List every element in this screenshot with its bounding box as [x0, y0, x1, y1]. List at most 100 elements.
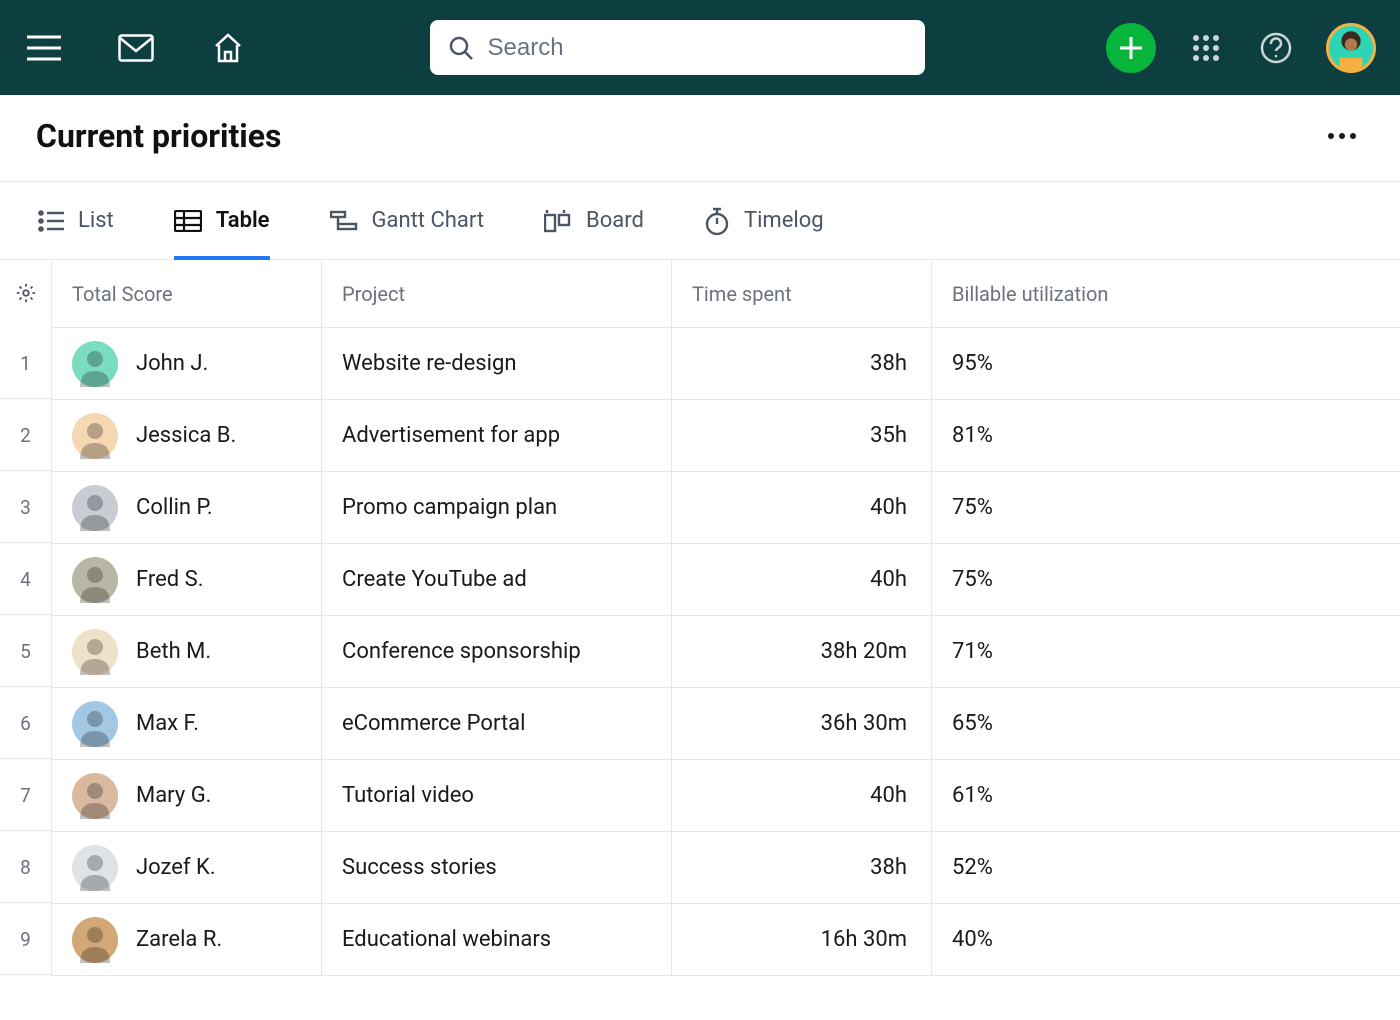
help-icon [1260, 32, 1292, 64]
avatar[interactable] [72, 629, 118, 675]
row-index: 3 [0, 472, 52, 543]
help-button[interactable] [1256, 28, 1296, 68]
user-avatar[interactable] [1326, 23, 1376, 73]
table-body: 1John J.Website re-design38h95%2Jessica … [52, 328, 1400, 976]
table-row[interactable]: 3Collin P.Promo campaign plan40h75% [52, 472, 1400, 544]
add-button[interactable] [1106, 23, 1156, 73]
page-title: Current priorities [36, 117, 281, 155]
avatar[interactable] [72, 845, 118, 891]
cell-project: Tutorial video [322, 760, 672, 831]
header-left [24, 28, 248, 68]
person-name: Fred S. [136, 567, 204, 592]
person-name: Jessica B. [136, 423, 236, 448]
cell-time-spent: 40h [672, 472, 932, 543]
tab-board-label: Board [586, 208, 644, 233]
table-row[interactable]: 8Jozef K.Success stories38h52% [52, 832, 1400, 904]
row-index: 2 [0, 400, 52, 471]
table-row[interactable]: 7Mary G.Tutorial video40h61% [52, 760, 1400, 832]
utilization-percent: 61% [952, 783, 1010, 808]
table-row[interactable]: 1John J.Website re-design38h95% [52, 328, 1400, 400]
col-time[interactable]: Time spent [672, 260, 932, 327]
menu-button[interactable] [24, 28, 64, 68]
search-icon [448, 35, 474, 61]
cell-utilization: 61% [932, 760, 1400, 831]
more-actions-button[interactable] [1320, 125, 1364, 147]
cell-time-spent: 40h [672, 544, 932, 615]
cell-project: Advertisement for app [322, 400, 672, 471]
tab-table-label: Table [216, 208, 270, 233]
cell-project: Create YouTube ad [322, 544, 672, 615]
app-header [0, 0, 1400, 95]
tab-board[interactable]: Board [544, 182, 644, 259]
avatar[interactable] [72, 341, 118, 387]
cell-person: Zarela R. [52, 904, 322, 975]
cell-utilization: 75% [932, 472, 1400, 543]
cell-project: eCommerce Portal [322, 688, 672, 759]
cell-utilization: 75% [932, 544, 1400, 615]
cell-time-spent: 16h 30m [672, 904, 932, 975]
cell-time-spent: 38h 20m [672, 616, 932, 687]
cell-person: Max F. [52, 688, 322, 759]
table-icon [174, 210, 202, 232]
table-row[interactable]: 5Beth M.Conference sponsorship38h 20m71% [52, 616, 1400, 688]
col-score[interactable]: Total Score [52, 260, 322, 327]
priorities-table: Total Score Project Time spent Billable … [52, 260, 1400, 976]
avatar[interactable] [72, 917, 118, 963]
cell-person: Jessica B. [52, 400, 322, 471]
tab-table[interactable]: Table [174, 182, 270, 259]
cell-time-spent: 40h [672, 760, 932, 831]
table-row[interactable]: 2Jessica B.Advertisement for app35h81% [52, 400, 1400, 472]
avatar[interactable] [72, 485, 118, 531]
cell-utilization: 81% [932, 400, 1400, 471]
search-input[interactable] [488, 34, 907, 62]
utilization-percent: 40% [952, 927, 1010, 952]
utilization-percent: 65% [952, 711, 1010, 736]
avatar-icon [1329, 23, 1373, 73]
mail-icon [118, 34, 154, 62]
cell-project: Conference sponsorship [322, 616, 672, 687]
cell-person: Jozef K. [52, 832, 322, 903]
cell-utilization: 40% [932, 904, 1400, 975]
cell-person: Fred S. [52, 544, 322, 615]
cell-time-spent: 35h [672, 400, 932, 471]
person-name: Collin P. [136, 495, 213, 520]
avatar[interactable] [72, 701, 118, 747]
person-name: Max F. [136, 711, 199, 736]
table-row[interactable]: 6Max F.eCommerce Portal36h 30m65% [52, 688, 1400, 760]
apps-button[interactable] [1186, 28, 1226, 68]
cell-project: Success stories [322, 832, 672, 903]
utilization-percent: 52% [952, 855, 1010, 880]
tab-gantt-label: Gantt Chart [372, 208, 485, 233]
row-index: 8 [0, 832, 52, 903]
avatar[interactable] [72, 557, 118, 603]
gantt-icon [330, 210, 358, 232]
cell-time-spent: 36h 30m [672, 688, 932, 759]
search-box[interactable] [430, 20, 925, 75]
row-index: 7 [0, 760, 52, 831]
col-utilization[interactable]: Billable utilization [932, 260, 1400, 327]
tab-list[interactable]: List [38, 182, 114, 259]
cell-person: Beth M. [52, 616, 322, 687]
table-wrap: Total Score Project Time spent Billable … [0, 260, 1400, 976]
table-row[interactable]: 9Zarela R.Educational webinars16h 30m40% [52, 904, 1400, 976]
utilization-percent: 95% [952, 351, 1010, 376]
utilization-percent: 81% [952, 423, 1010, 448]
tab-timelog[interactable]: Timelog [704, 182, 824, 259]
cell-person: Collin P. [52, 472, 322, 543]
home-button[interactable] [208, 28, 248, 68]
person-name: John J. [136, 351, 208, 376]
tab-gantt[interactable]: Gantt Chart [330, 182, 485, 259]
avatar[interactable] [72, 413, 118, 459]
gear-icon [15, 282, 37, 304]
utilization-percent: 75% [952, 495, 1010, 520]
search-wrap [248, 20, 1106, 75]
cell-project: Promo campaign plan [322, 472, 672, 543]
row-index: 4 [0, 544, 52, 615]
avatar[interactable] [72, 773, 118, 819]
inbox-button[interactable] [116, 28, 156, 68]
apps-icon [1193, 35, 1219, 61]
col-project[interactable]: Project [322, 260, 672, 327]
table-row[interactable]: 4Fred S.Create YouTube ad40h75% [52, 544, 1400, 616]
row-index: 1 [0, 328, 52, 399]
person-name: Jozef K. [136, 855, 216, 880]
